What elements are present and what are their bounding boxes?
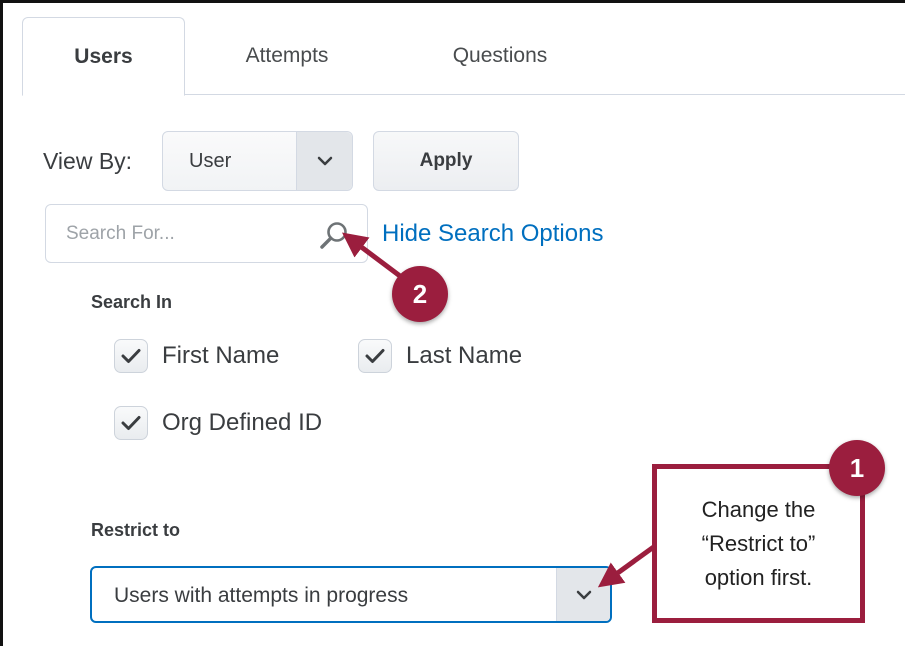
checkbox-label: Last Name [406,342,523,369]
apply-button[interactable]: Apply [373,131,519,191]
step-badge-2: 2 [392,266,448,322]
search-box [45,204,368,263]
checkmark-icon[interactable] [114,339,148,373]
checkmark-icon[interactable] [114,406,148,440]
tab-bar: Users Attempts Questions [22,17,905,96]
chevron-down-icon[interactable] [296,132,352,190]
tab-questions[interactable]: Questions [415,17,585,95]
view-by-value: User [189,150,232,172]
restrict-to-value: Users with attempts in progress [114,584,409,607]
checkbox-last-name[interactable]: Last Name [358,339,522,373]
checkbox-first-name[interactable]: First Name [114,339,279,373]
view-by-label: View By: [43,148,133,174]
view-by-select[interactable]: User [162,131,353,191]
restrict-to-label: Restrict to [91,520,181,540]
chevron-down-icon[interactable] [556,568,610,621]
checkbox-org-defined-id[interactable]: Org Defined ID [114,406,322,440]
tab-attempts[interactable]: Attempts [207,17,367,95]
hide-search-options-link[interactable]: Hide Search Options [382,220,603,248]
search-icon[interactable] [318,219,350,251]
step-badge-1: 1 [829,440,885,496]
search-in-label: Search In [91,292,173,312]
checkbox-label: Org Defined ID [162,409,323,436]
callout-text: Change the “Restrict to” option first. [701,497,816,590]
restrict-to-select[interactable]: Users with attempts in progress [90,566,612,623]
search-input[interactable] [66,221,296,247]
tab-users[interactable]: Users [22,17,185,96]
callout-box: Change the “Restrict to” option first. [652,464,865,623]
checkbox-label: First Name [162,342,280,369]
checkmark-icon[interactable] [358,339,392,373]
